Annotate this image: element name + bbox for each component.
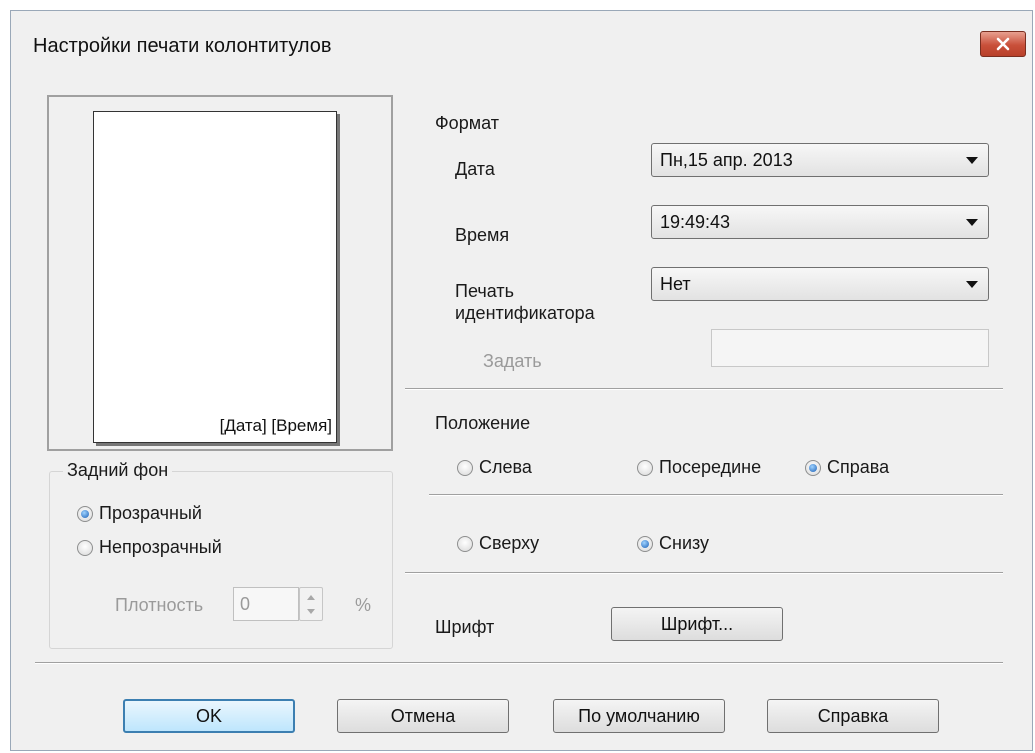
time-label: Время — [455, 225, 510, 245]
preview-paper: [Дата] [Время] — [93, 111, 337, 443]
time-format-select[interactable]: 19:49:43 — [651, 205, 989, 239]
cancel-button[interactable]: Отмена — [337, 699, 509, 733]
radio-bottom[interactable]: Снизу — [637, 533, 709, 554]
radio-left-label: Слева — [479, 457, 532, 477]
ok-button[interactable]: OK — [123, 699, 295, 733]
radio-right[interactable]: Справа — [805, 457, 889, 478]
radio-transparent-label: Прозрачный — [99, 503, 202, 523]
separator — [405, 388, 1003, 390]
preview-footer-text: [Дата] [Время] — [219, 416, 332, 435]
radio-center[interactable]: Посередине — [637, 457, 761, 478]
window-title: Настройки печати колонтитулов — [33, 35, 332, 57]
radio-bottom-label: Снизу — [659, 533, 710, 553]
date-format-value: Пн,15 апр. 2013 — [660, 150, 793, 170]
help-button[interactable]: Справка — [767, 699, 939, 733]
date-format-select[interactable]: Пн,15 апр. 2013 — [651, 143, 989, 177]
radio-right-indicator — [805, 459, 821, 476]
position-title: Положение — [435, 413, 531, 433]
radio-left-indicator — [457, 459, 473, 476]
font-button-label: Шрифт... — [660, 613, 734, 634]
close-button[interactable] — [980, 31, 1026, 57]
chevron-down-icon — [966, 157, 978, 164]
time-format-value: 19:49:43 — [660, 212, 731, 232]
spin-up-icon — [307, 595, 315, 600]
radio-transparent-indicator — [77, 505, 93, 522]
page-preview: [Дата] [Время] — [47, 95, 393, 451]
radio-top-indicator — [457, 535, 473, 552]
background-group-title: Задний фон — [63, 460, 173, 481]
date-label: Дата — [455, 159, 495, 179]
radio-top[interactable]: Сверху — [457, 533, 539, 554]
radio-opaque[interactable]: Непрозрачный — [77, 537, 222, 558]
cancel-button-label: Отмена — [390, 705, 456, 726]
radio-left[interactable]: Слева — [457, 457, 532, 478]
id-label-line2: идентификатора — [455, 303, 595, 323]
radio-top-label: Сверху — [479, 533, 540, 553]
spin-down-icon — [307, 609, 315, 614]
id-label-line1: Печать — [455, 281, 514, 301]
set-label: Задать — [483, 351, 542, 371]
ok-button-label: OK — [195, 705, 222, 726]
chevron-down-icon — [966, 281, 978, 288]
default-button[interactable]: По умолчанию — [553, 699, 725, 733]
font-label: Шрифт — [435, 617, 495, 637]
help-button-label: Справка — [817, 705, 889, 726]
close-icon — [996, 37, 1010, 51]
density-unit: % — [355, 595, 372, 615]
separator — [405, 572, 1003, 574]
density-label: Плотность — [115, 595, 204, 615]
density-spinner[interactable] — [299, 587, 323, 621]
radio-right-label: Справа — [827, 457, 890, 477]
font-button[interactable]: Шрифт... — [611, 607, 783, 641]
density-value: 0 — [240, 594, 251, 614]
title-bar: Настройки печати колонтитулов — [11, 11, 1032, 83]
id-print-value: Нет — [660, 274, 691, 294]
radio-center-indicator — [637, 459, 653, 476]
chevron-down-icon — [966, 219, 978, 226]
radio-opaque-label: Непрозрачный — [99, 537, 222, 557]
id-print-select[interactable]: Нет — [651, 267, 989, 301]
radio-center-label: Посередине — [659, 457, 762, 477]
radio-bottom-indicator — [637, 535, 653, 552]
default-button-label: По умолчанию — [578, 705, 700, 726]
separator — [35, 662, 1003, 664]
radio-transparent[interactable]: Прозрачный — [77, 503, 202, 524]
format-title: Формат — [435, 113, 499, 133]
background-group — [49, 471, 393, 649]
density-input[interactable]: 0 — [233, 587, 299, 621]
set-id-input[interactable] — [711, 329, 989, 367]
print-settings-dialog: Настройки печати колонтитулов [Дата] [Вр… — [10, 10, 1033, 751]
radio-opaque-indicator — [77, 539, 93, 556]
separator — [429, 494, 1003, 496]
